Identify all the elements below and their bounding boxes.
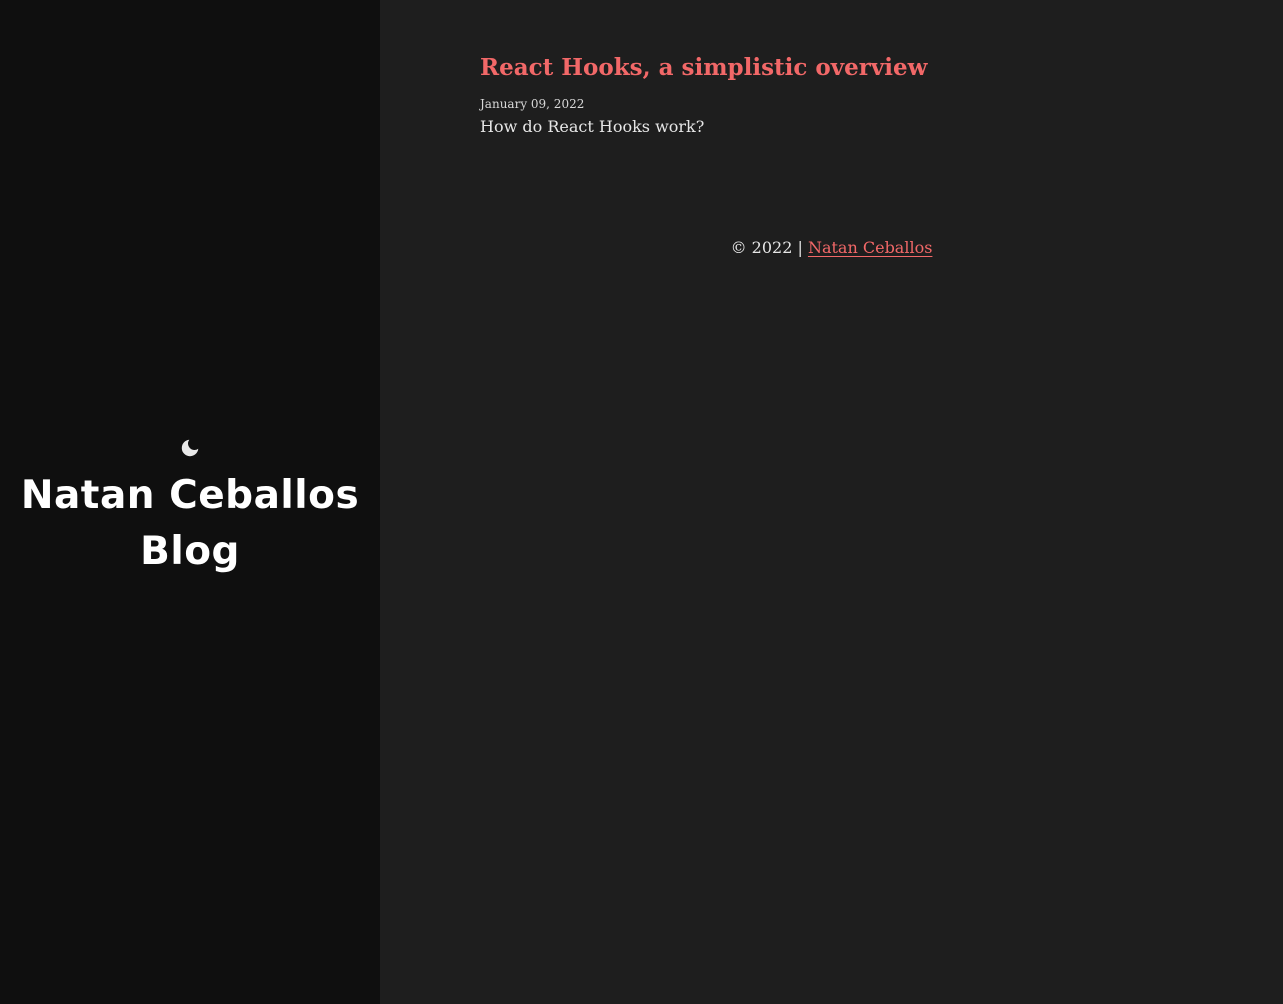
- post-item: React Hooks, a simplistic overview Janua…: [480, 52, 927, 138]
- footer-author-link[interactable]: Natan Ceballos: [808, 238, 932, 257]
- moon-icon: [181, 439, 199, 457]
- footer: © 2022 | Natan Ceballos: [380, 236, 1283, 260]
- footer-copyright: © 2022 |: [730, 238, 808, 257]
- sidebar: Natan Ceballos Blog: [0, 0, 380, 1004]
- theme-toggle-button[interactable]: [178, 436, 202, 460]
- post-title-link[interactable]: React Hooks, a simplistic overview: [480, 52, 927, 84]
- main-content: React Hooks, a simplistic overview Janua…: [380, 0, 1283, 1004]
- page-layout: Natan Ceballos Blog React Hooks, a simpl…: [0, 0, 1283, 1004]
- post-excerpt: How do React Hooks work?: [480, 117, 705, 136]
- post-date: January 09, 2022: [480, 97, 585, 111]
- site-title[interactable]: Natan Ceballos Blog: [20, 468, 360, 580]
